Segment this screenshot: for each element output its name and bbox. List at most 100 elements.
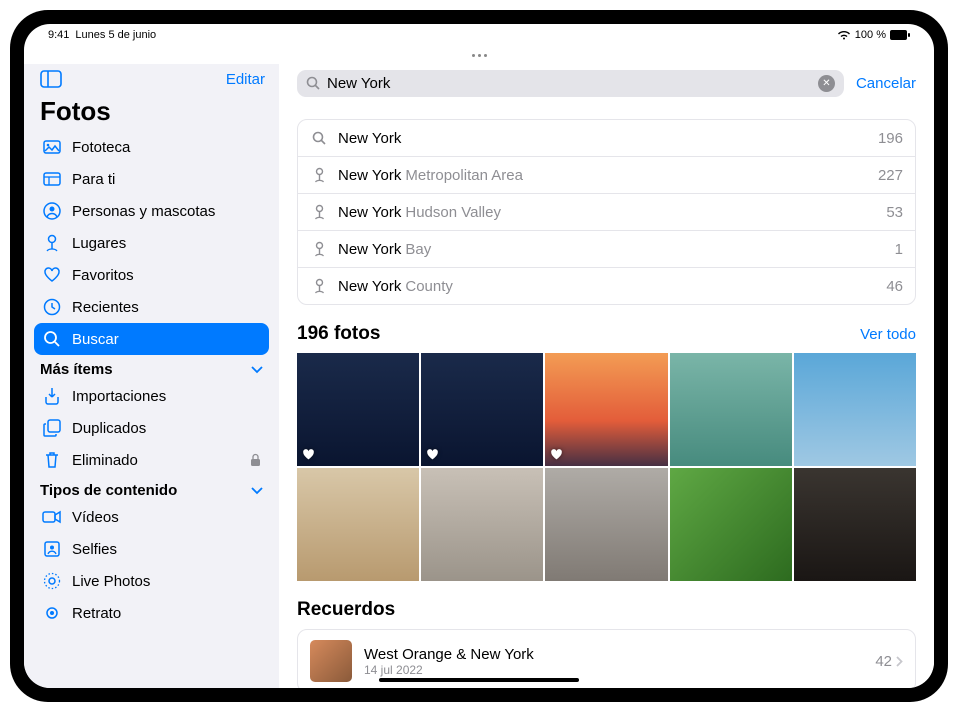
search-icon xyxy=(42,329,62,349)
photo-grid xyxy=(297,353,916,581)
sidebar-item-foryou[interactable]: Para ti xyxy=(34,163,269,195)
livephoto-icon xyxy=(42,571,62,591)
chevron-down-icon xyxy=(251,366,263,374)
sidebar-item-search[interactable]: Buscar xyxy=(34,323,269,355)
sidebar-item-label: Vídeos xyxy=(72,509,119,526)
battery-icon xyxy=(890,30,910,40)
library-icon xyxy=(42,137,62,157)
ipad-frame: 9:41 Lunes 5 de junio 100 % xyxy=(10,10,948,702)
photo-thumbnail[interactable] xyxy=(297,353,419,466)
favorite-icon xyxy=(426,448,439,461)
photo-thumbnail[interactable] xyxy=(794,353,916,466)
selfie-icon xyxy=(42,539,62,559)
places-pin-icon xyxy=(42,233,62,253)
multitask-dots[interactable] xyxy=(24,46,934,64)
sidebar-item-label: Importaciones xyxy=(72,388,166,405)
sidebar-item-people[interactable]: Personas y mascotas xyxy=(34,195,269,227)
favorite-icon xyxy=(550,448,563,461)
search-suggestions: New York 196 New YorkMetropolitan Area 2… xyxy=(297,119,916,305)
suggestion-row[interactable]: New YorkHudson Valley 53 xyxy=(298,194,915,231)
places-pin-icon xyxy=(310,166,328,184)
lock-icon xyxy=(250,453,261,467)
sidebar-item-videos[interactable]: Vídeos xyxy=(34,501,269,533)
chevron-right-icon xyxy=(896,656,903,667)
sidebar-item-label: Personas y mascotas xyxy=(72,203,215,220)
search-field[interactable]: ✕ xyxy=(297,70,844,97)
main-panel: ✕ Cancelar New York 196 New YorkMetropol… xyxy=(279,64,934,688)
memory-date: 14 jul 2022 xyxy=(364,663,863,677)
photo-thumbnail[interactable] xyxy=(421,468,543,581)
status-time: 9:41 xyxy=(48,29,69,41)
person-circle-icon xyxy=(42,201,62,221)
chevron-down-icon xyxy=(251,487,263,495)
suggestion-row[interactable]: New YorkMetropolitan Area 227 xyxy=(298,157,915,194)
photo-thumbnail[interactable] xyxy=(670,353,792,466)
places-pin-icon xyxy=(310,277,328,295)
see-all-button[interactable]: Ver todo xyxy=(860,326,916,343)
search-icon xyxy=(306,76,321,91)
sidebar-item-places[interactable]: Lugares xyxy=(34,227,269,259)
sidebar: Editar Fotos Fototeca Para ti Personas y… xyxy=(24,64,279,688)
sidebar-item-label: Buscar xyxy=(72,331,119,348)
sidebar-item-library[interactable]: Fototeca xyxy=(34,131,269,163)
results-count-title: 196 fotos xyxy=(297,323,380,345)
photo-thumbnail[interactable] xyxy=(545,468,667,581)
sidebar-item-label: Recientes xyxy=(72,299,139,316)
sidebar-item-imports[interactable]: Importaciones xyxy=(34,380,269,412)
suggestion-row[interactable]: New YorkCounty 46 xyxy=(298,268,915,304)
edit-button[interactable]: Editar xyxy=(226,71,265,88)
sidebar-item-deleted[interactable]: Eliminado xyxy=(34,444,269,476)
photo-thumbnail[interactable] xyxy=(670,468,792,581)
sidebar-item-label: Retrato xyxy=(72,605,121,622)
sidebar-item-favorites[interactable]: Favoritos xyxy=(34,259,269,291)
clock-icon xyxy=(42,297,62,317)
import-icon xyxy=(42,386,62,406)
suggestion-row[interactable]: New YorkBay 1 xyxy=(298,231,915,268)
sidebar-item-label: Duplicados xyxy=(72,420,146,437)
memory-thumbnail xyxy=(310,640,352,682)
sidebar-item-label: Lugares xyxy=(72,235,126,252)
photo-thumbnail[interactable] xyxy=(421,353,543,466)
sidebar-item-label: Live Photos xyxy=(72,573,150,590)
home-indicator[interactable] xyxy=(379,678,579,682)
sidebar-item-selfies[interactable]: Selfies xyxy=(34,533,269,565)
suggestion-row[interactable]: New York 196 xyxy=(298,120,915,157)
sidebar-item-label: Para ti xyxy=(72,171,115,188)
photo-thumbnail[interactable] xyxy=(545,353,667,466)
photo-thumbnail[interactable] xyxy=(794,468,916,581)
wifi-icon xyxy=(837,30,851,40)
photo-thumbnail[interactable] xyxy=(297,468,419,581)
sidebar-item-livephotos[interactable]: Live Photos xyxy=(34,565,269,597)
sidebar-item-duplicates[interactable]: Duplicados xyxy=(34,412,269,444)
search-input[interactable] xyxy=(327,75,812,92)
status-bar: 9:41 Lunes 5 de junio 100 % xyxy=(24,24,934,46)
favorite-icon xyxy=(302,448,315,461)
cancel-button[interactable]: Cancelar xyxy=(856,75,916,92)
memories-section-title: Recuerdos xyxy=(297,599,916,621)
screen: 9:41 Lunes 5 de junio 100 % xyxy=(24,24,934,688)
heart-icon xyxy=(42,265,62,285)
sidebar-section-more[interactable]: Más ítems xyxy=(34,355,269,380)
search-icon xyxy=(310,129,328,147)
sidebar-section-types[interactable]: Tipos de contenido xyxy=(34,476,269,501)
memory-count: 42 xyxy=(875,653,892,670)
sidebar-item-label: Fototeca xyxy=(72,139,130,156)
video-icon xyxy=(42,507,62,527)
sidebar-item-portrait[interactable]: Retrato xyxy=(34,597,269,629)
sidebar-toggle-icon[interactable] xyxy=(40,70,62,88)
sidebar-item-label: Favoritos xyxy=(72,267,134,284)
status-date: Lunes 5 de junio xyxy=(75,29,156,41)
places-pin-icon xyxy=(310,203,328,221)
foryou-icon xyxy=(42,169,62,189)
clear-search-button[interactable]: ✕ xyxy=(818,75,835,92)
sidebar-item-recents[interactable]: Recientes xyxy=(34,291,269,323)
app-title: Fotos xyxy=(34,94,269,131)
app-content: Editar Fotos Fototeca Para ti Personas y… xyxy=(24,64,934,688)
sidebar-item-label: Eliminado xyxy=(72,452,138,469)
status-battery: 100 % xyxy=(855,29,886,41)
portrait-icon xyxy=(42,603,62,623)
trash-icon xyxy=(42,450,62,470)
sidebar-item-label: Selfies xyxy=(72,541,117,558)
duplicate-icon xyxy=(42,418,62,438)
places-pin-icon xyxy=(310,240,328,258)
